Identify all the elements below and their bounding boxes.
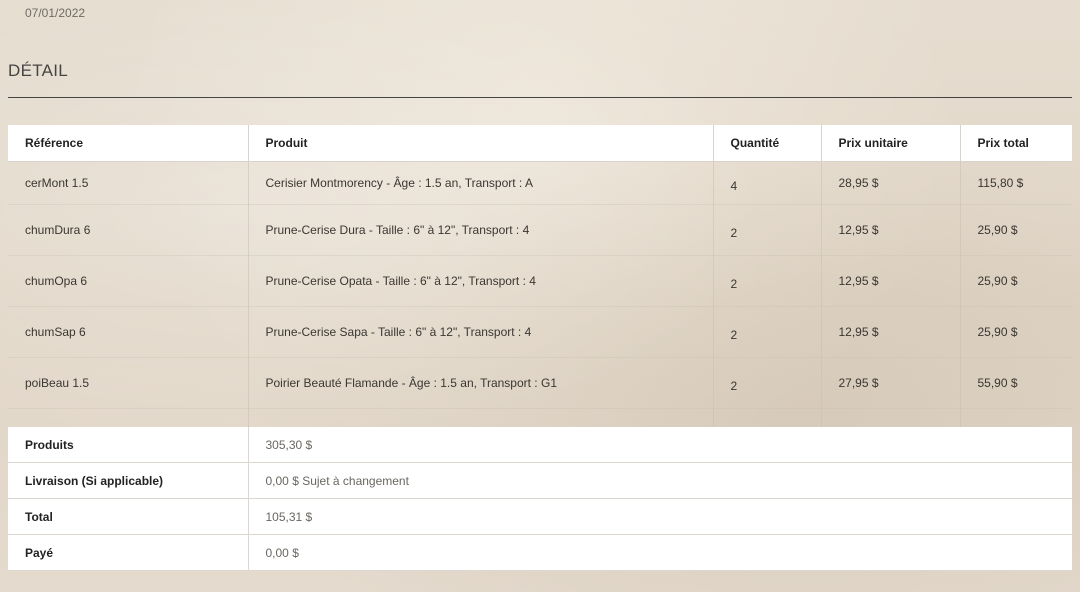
totals-label: Total: [8, 498, 249, 535]
totals-value: 105,31 $: [248, 498, 1072, 535]
cell-total-price: 25,90 $: [960, 306, 1072, 358]
cell-reference: cerMont 1.5: [8, 161, 249, 205]
table-header-row: Référence Produit Quantité Prix unitaire…: [8, 125, 1072, 162]
totals-label: Payé: [8, 534, 249, 571]
title-divider: [8, 97, 1072, 98]
cell-reference: chumDura 6: [8, 204, 249, 256]
cell-quantity: 2: [713, 204, 822, 256]
cell-unit-price: 12,95 $: [821, 255, 961, 307]
cell-reference: poiBeau 1.5: [8, 357, 249, 409]
cell-quantity: 2: [713, 306, 822, 358]
totals-row-products: Produits 305,30 $: [8, 427, 1072, 463]
cell-reference: chumOpa 6: [8, 255, 249, 307]
cell-product: Prune-Cerise Dura - Taille : 6" à 12", T…: [248, 204, 714, 256]
cell-product: Prune-Cerise Sapa - Taille : 6" à 12", T…: [248, 306, 714, 358]
section-title: DÉTAIL: [8, 61, 69, 80]
totals-label: Produits: [8, 427, 249, 463]
column-header-total-price: Prix total: [960, 125, 1072, 162]
cell-quantity: 2: [713, 255, 822, 307]
cell-unit-price: 12,95 $: [821, 306, 961, 358]
totals-value: 0,00 $: [248, 534, 1072, 571]
cell-quantity: 2: [713, 357, 822, 409]
order-date: 07/01/2022: [25, 6, 86, 20]
table-row: poiBeau 1.5 Poirier Beauté Flamande - Âg…: [8, 357, 1072, 409]
cell-unit-price: 28,95 $: [821, 161, 961, 205]
column-header-product: Produit: [248, 125, 714, 162]
totals-value: 305,30 $: [248, 427, 1072, 463]
cell-total-price: 25,90 $: [960, 255, 1072, 307]
cell-unit-price: 12,95 $: [821, 204, 961, 256]
totals-row-total: Total 105,31 $: [8, 498, 1072, 535]
totals-value: 0,00 $ Sujet à changement: [248, 462, 1072, 499]
cell-total-price: 55,90 $: [960, 357, 1072, 409]
cell-total-price: 25,90 $: [960, 204, 1072, 256]
table-row: chumSap 6 Prune-Cerise Sapa - Taille : 6…: [8, 306, 1072, 358]
cell-quantity: 4: [713, 161, 822, 205]
totals-row-paid: Payé 0,00 $: [8, 534, 1072, 571]
column-header-quantity: Quantité: [713, 125, 822, 162]
order-totals-table: Produits 305,30 $ Livraison (Si applicab…: [8, 427, 1072, 571]
table-row: chumDura 6 Prune-Cerise Dura - Taille : …: [8, 204, 1072, 256]
table-row: chumOpa 6 Prune-Cerise Opata - Taille : …: [8, 255, 1072, 307]
order-items-table: Référence Produit Quantité Prix unitaire…: [8, 125, 1072, 460]
cell-product: Poirier Beauté Flamande - Âge : 1.5 an, …: [248, 357, 714, 409]
cell-product: Cerisier Montmorency - Âge : 1.5 an, Tra…: [248, 161, 714, 205]
cell-reference: chumSap 6: [8, 306, 249, 358]
column-header-unit-price: Prix unitaire: [821, 125, 961, 162]
totals-label: Livraison (Si applicable): [8, 462, 249, 499]
table-row: cerMont 1.5 Cerisier Montmorency - Âge :…: [8, 161, 1072, 205]
cell-unit-price: 27,95 $: [821, 357, 961, 409]
cell-product: Prune-Cerise Opata - Taille : 6" à 12", …: [248, 255, 714, 307]
totals-row-shipping: Livraison (Si applicable) 0,00 $ Sujet à…: [8, 462, 1072, 499]
cell-total-price: 115,80 $: [960, 161, 1072, 205]
column-header-reference: Référence: [8, 125, 249, 162]
